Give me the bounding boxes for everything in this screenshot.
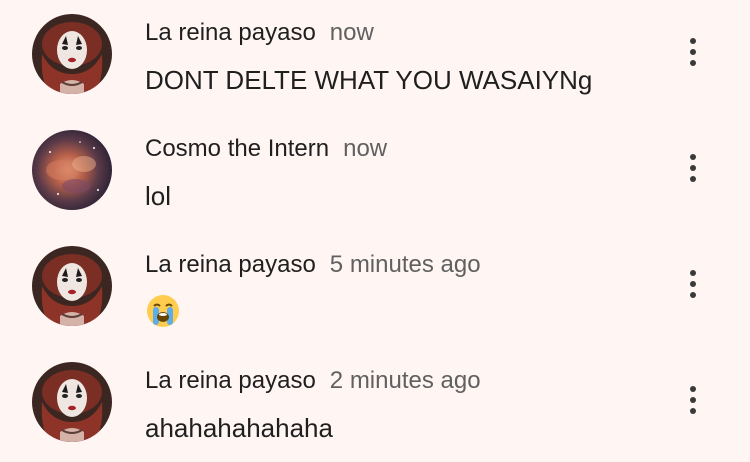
comment-header: Cosmo the Intern now	[145, 135, 387, 163]
timestamp[interactable]: now	[330, 19, 374, 46]
timestamp[interactable]: 2 minutes ago	[330, 367, 481, 394]
more-vertical-icon	[690, 154, 696, 160]
comment-header: La reina payaso now	[145, 19, 374, 47]
comment-header: La reina payaso 5 minutes ago	[145, 251, 481, 279]
comment-text: DONT DELTE WHAT YOU WASAIYNg	[145, 65, 593, 95]
more-options-button[interactable]	[678, 148, 708, 188]
author-name[interactable]: La reina payaso	[145, 19, 316, 46]
comment-list: La reina payaso now DONT DELTE WHAT YOU W…	[0, 0, 750, 461]
avatar[interactable]	[32, 130, 112, 210]
comment-item: La reina payaso 5 minutes ago	[0, 246, 750, 346]
timestamp[interactable]: now	[343, 135, 387, 162]
comment-item: La reina payaso now DONT DELTE WHAT YOU W…	[0, 14, 750, 114]
comment-header: La reina payaso 2 minutes ago	[145, 367, 481, 395]
more-options-button[interactable]	[678, 32, 708, 72]
more-vertical-icon	[690, 386, 696, 392]
more-options-button[interactable]	[678, 380, 708, 420]
comment-text: ahahahahahaha	[145, 413, 333, 443]
more-options-button[interactable]	[678, 264, 708, 304]
nebula-avatar-icon	[32, 130, 112, 210]
more-vertical-icon	[690, 38, 696, 44]
clown-queen-avatar-icon	[32, 14, 112, 94]
more-vertical-icon	[690, 270, 696, 276]
avatar[interactable]	[32, 246, 112, 326]
avatar[interactable]	[32, 14, 112, 94]
timestamp[interactable]: 5 minutes ago	[330, 251, 481, 278]
comment-item: Cosmo the Intern now lol	[0, 130, 750, 230]
author-name[interactable]: La reina payaso	[145, 251, 316, 278]
author-name[interactable]: La reina payaso	[145, 367, 316, 394]
clown-queen-avatar-icon	[32, 362, 112, 442]
comment-item: La reina payaso 2 minutes ago ahahahahaha…	[0, 362, 750, 462]
avatar[interactable]	[32, 362, 112, 442]
comment-text: lol	[145, 181, 172, 211]
clown-queen-avatar-icon	[32, 246, 112, 326]
author-name[interactable]: Cosmo the Intern	[145, 135, 329, 162]
loudly-crying-face-icon	[145, 293, 181, 329]
